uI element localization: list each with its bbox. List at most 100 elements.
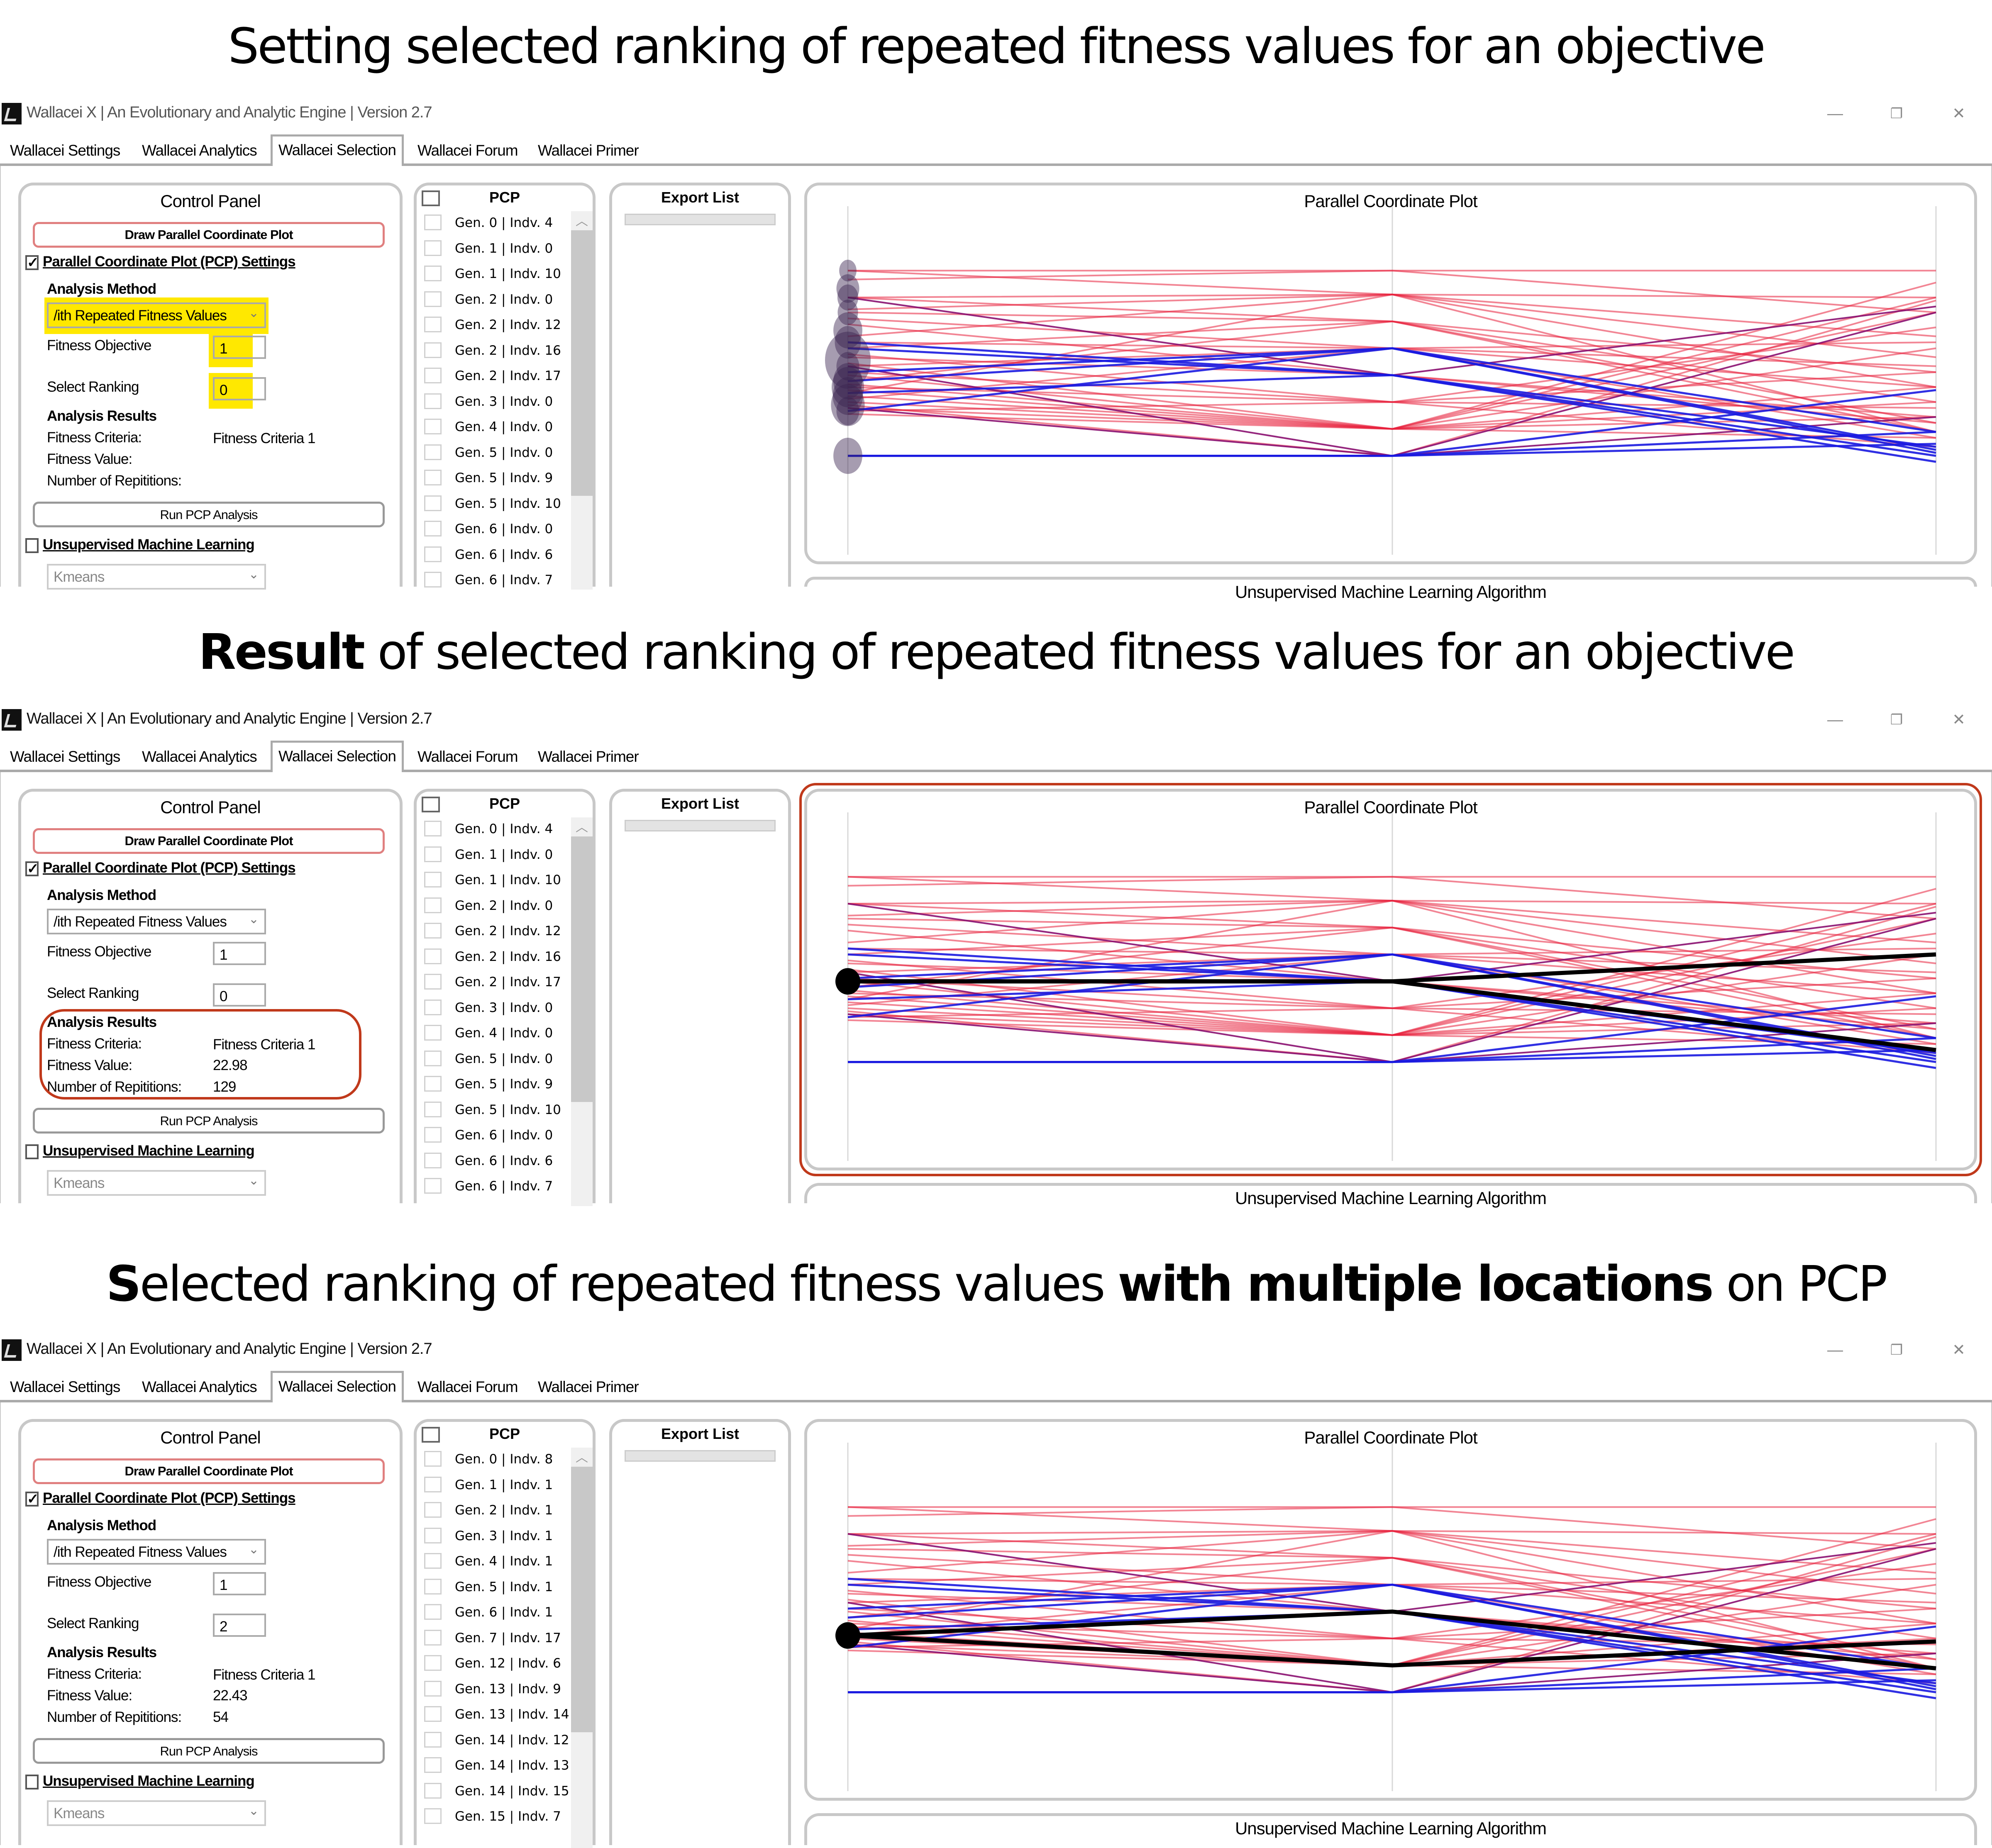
list-item-checkbox[interactable]	[424, 999, 442, 1015]
list-item-checkbox[interactable]	[424, 923, 442, 939]
pcp-list-item[interactable]: Gen. 14 | Indv. 12	[417, 1729, 574, 1753]
scrollbar-thumb[interactable]	[571, 1467, 593, 1732]
tab-wallacei-selection[interactable]: Wallacei Selection	[271, 1371, 404, 1402]
list-item-checkbox[interactable]	[424, 1731, 442, 1748]
list-item-checkbox[interactable]	[424, 1050, 442, 1066]
list-item-checkbox[interactable]	[424, 1527, 442, 1543]
ml-method-dropdown[interactable]: Kmeans ⌄	[47, 1170, 266, 1196]
pcp-list-item[interactable]: Gen. 1 | Indv. 10	[417, 868, 574, 893]
pcp-list-item[interactable]: Gen. 0 | Indv. 8	[417, 1448, 574, 1473]
list-item-checkbox[interactable]	[424, 1101, 442, 1117]
minimize-button[interactable]: —	[1823, 711, 1848, 729]
ml-method-dropdown[interactable]: Kmeans ⌄	[47, 1800, 266, 1826]
list-scrollbar[interactable]: ︿	[571, 211, 593, 590]
fitness-objective-input[interactable]: 1	[213, 942, 266, 965]
list-item-checkbox[interactable]	[424, 1808, 442, 1824]
unsupervised-ml-checkbox[interactable]	[25, 538, 39, 553]
list-item-checkbox[interactable]	[424, 1680, 442, 1697]
tab-wallacei-forum[interactable]: Wallacei Forum	[417, 748, 518, 766]
list-item-checkbox[interactable]	[424, 572, 442, 588]
pcp-list-item[interactable]: Gen. 5 | Indv. 9	[417, 466, 574, 491]
list-item-checkbox[interactable]	[424, 444, 442, 460]
restore-button[interactable]: ❐	[1884, 1341, 1909, 1359]
export-list-box[interactable]	[625, 820, 776, 831]
list-item-checkbox[interactable]	[424, 419, 442, 434]
list-item-checkbox[interactable]	[424, 1076, 442, 1092]
list-item-checkbox[interactable]	[424, 1782, 442, 1799]
pcp-list-item[interactable]: Gen. 14 | Indv. 15	[417, 1780, 574, 1804]
list-item-checkbox[interactable]	[424, 291, 442, 307]
list-item-checkbox[interactable]	[424, 872, 442, 887]
unsupervised-ml-checkbox[interactable]	[25, 1775, 39, 1789]
minimize-button[interactable]: —	[1823, 1341, 1848, 1359]
list-item-checkbox[interactable]	[424, 1757, 442, 1773]
pcp-list-item[interactable]: Gen. 0 | Indv. 4	[417, 211, 574, 236]
pcp-settings-checkbox[interactable]: ✓	[25, 1492, 39, 1507]
draw-pcp-button[interactable]: Draw Parallel Coordinate Plot	[33, 222, 385, 248]
list-item-checkbox[interactable]	[424, 1706, 442, 1722]
pcp-list-item[interactable]: Gen. 5 | Indv. 10	[417, 1098, 574, 1123]
pcp-settings-checkbox[interactable]: ✓	[25, 861, 39, 876]
list-item-checkbox[interactable]	[424, 948, 442, 964]
pcp-list-item[interactable]: Gen. 1 | Indv. 1	[417, 1473, 574, 1498]
restore-button[interactable]: ❐	[1884, 711, 1909, 729]
list-item-checkbox[interactable]	[424, 1604, 442, 1620]
list-item-checkbox[interactable]	[424, 1178, 442, 1194]
tab-wallacei-analytics[interactable]: Wallacei Analytics	[142, 1378, 257, 1396]
list-item-checkbox[interactable]	[424, 846, 442, 862]
pcp-list-item[interactable]: Gen. 3 | Indv. 0	[417, 390, 574, 415]
list-item-checkbox[interactable]	[424, 546, 442, 562]
pcp-chart[interactable]: FO1FO2FO3Fitness Objectives	[807, 185, 1974, 564]
tab-wallacei-settings[interactable]: Wallacei Settings	[10, 142, 120, 159]
export-list-box[interactable]	[625, 214, 776, 225]
pcp-list-item[interactable]: Gen. 2 | Indv. 12	[417, 919, 574, 944]
list-item-checkbox[interactable]	[424, 240, 442, 256]
draw-pcp-button[interactable]: Draw Parallel Coordinate Plot	[33, 828, 385, 854]
list-item-checkbox[interactable]	[424, 1025, 442, 1041]
pcp-list-item[interactable]: Gen. 6 | Indv. 0	[417, 517, 574, 542]
list-item-checkbox[interactable]	[424, 1553, 442, 1569]
draw-pcp-button[interactable]: Draw Parallel Coordinate Plot	[33, 1458, 385, 1484]
pcp-list-item[interactable]: Gen. 4 | Indv. 1	[417, 1550, 574, 1575]
pcp-settings-checkbox[interactable]: ✓	[25, 255, 39, 270]
list-item-checkbox[interactable]	[424, 393, 442, 409]
unsupervised-ml-label[interactable]: Unsupervised Machine Learning	[43, 1143, 255, 1159]
pcp-list-item[interactable]: Gen. 5 | Indv. 0	[417, 441, 574, 466]
scroll-up-icon[interactable]: ︿	[571, 817, 593, 836]
list-item-checkbox[interactable]	[424, 897, 442, 913]
minimize-button[interactable]: —	[1823, 105, 1848, 123]
list-item-checkbox[interactable]	[424, 215, 442, 230]
pcp-list-item[interactable]: Gen. 13 | Indv. 14	[417, 1703, 574, 1728]
pcp-list-item[interactable]: Gen. 1 | Indv. 10	[417, 262, 574, 287]
pcp-list-item[interactable]: Gen. 3 | Indv. 1	[417, 1524, 574, 1549]
pcp-list-item[interactable]: Gen. 2 | Indv. 16	[417, 339, 574, 364]
fitness-objective-input[interactable]: 1	[213, 1572, 266, 1595]
list-item-checkbox[interactable]	[424, 1629, 442, 1646]
scrollbar-thumb[interactable]	[571, 836, 593, 1102]
pcp-list-item[interactable]: Gen. 0 | Indv. 4	[417, 817, 574, 842]
pcp-list-item[interactable]: Gen. 5 | Indv. 10	[417, 492, 574, 517]
unsupervised-ml-checkbox[interactable]	[25, 1144, 39, 1159]
list-item-checkbox[interactable]	[424, 495, 442, 511]
pcp-settings-label[interactable]: Parallel Coordinate Plot (PCP) Settings	[43, 254, 296, 270]
pcp-list-item[interactable]: Gen. 1 | Indv. 0	[417, 237, 574, 262]
restore-button[interactable]: ❐	[1884, 105, 1909, 123]
list-item-checkbox[interactable]	[424, 974, 442, 990]
fitness-objective-input[interactable]: 1	[213, 336, 266, 359]
tab-wallacei-selection[interactable]: Wallacei Selection	[271, 134, 404, 166]
pcp-settings-label[interactable]: Parallel Coordinate Plot (PCP) Settings	[43, 1490, 296, 1507]
tab-wallacei-forum[interactable]: Wallacei Forum	[417, 1378, 518, 1396]
pcp-list-item[interactable]: Gen. 4 | Indv. 0	[417, 1022, 574, 1046]
select-ranking-input[interactable]: 0	[213, 377, 266, 400]
tab-wallacei-primer[interactable]: Wallacei Primer	[538, 748, 639, 766]
pcp-list-item[interactable]: Gen. 2 | Indv. 0	[417, 288, 574, 313]
list-item-checkbox[interactable]	[424, 342, 442, 358]
list-item-checkbox[interactable]	[424, 1578, 442, 1594]
select-ranking-input[interactable]: 0	[213, 983, 266, 1007]
pcp-list-item[interactable]: Gen. 6 | Indv. 1	[417, 1601, 574, 1626]
pcp-list-item[interactable]: Gen. 6 | Indv. 6	[417, 1149, 574, 1174]
list-item-checkbox[interactable]	[424, 266, 442, 281]
list-scrollbar[interactable]: ︿	[571, 1448, 593, 1848]
pcp-list-item[interactable]: Gen. 5 | Indv. 9	[417, 1073, 574, 1097]
close-button[interactable]: ✕	[1946, 711, 1971, 729]
